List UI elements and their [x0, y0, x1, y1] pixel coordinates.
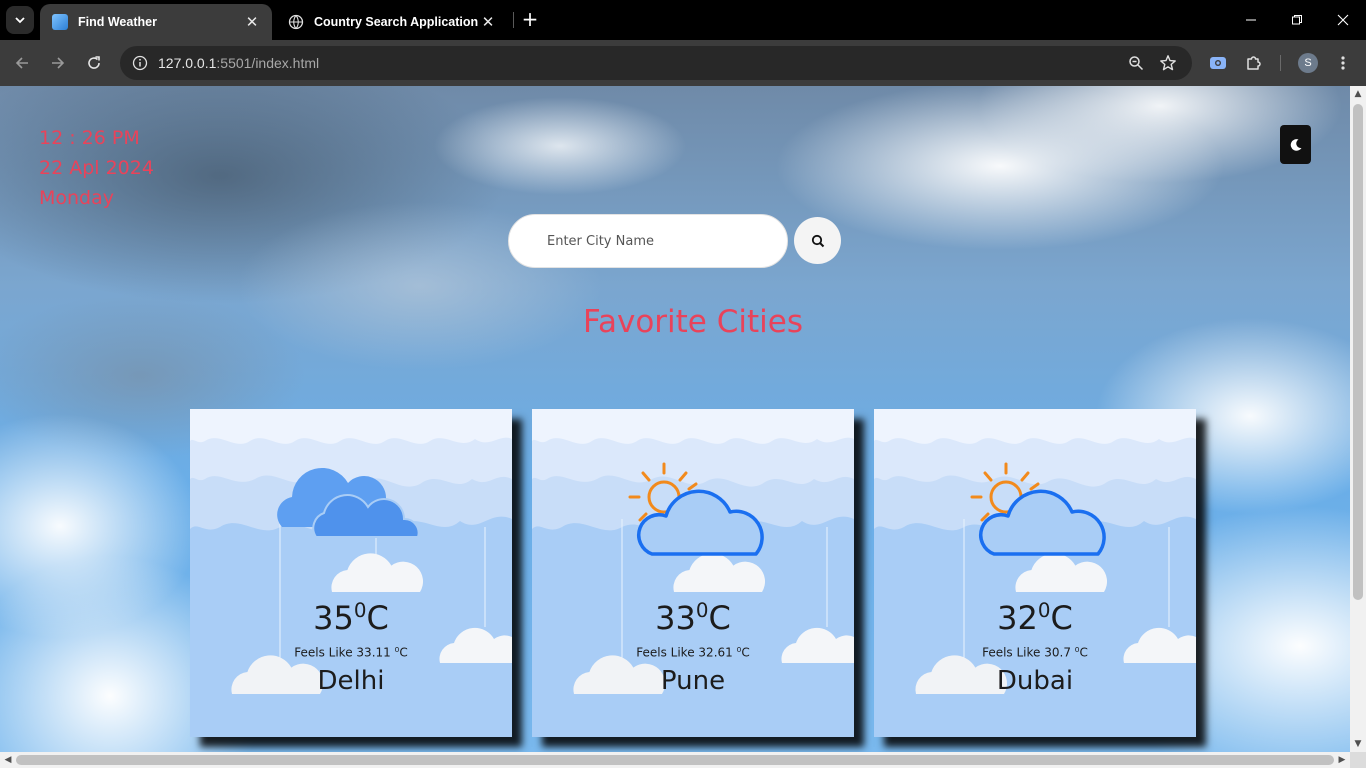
screen-capture-icon: [1210, 57, 1226, 69]
zoom-icon: [1129, 56, 1144, 71]
zoom-button[interactable]: [1124, 51, 1148, 75]
city-name: Dubai: [996, 666, 1074, 696]
arrow-right-icon: [52, 57, 65, 69]
url-text[interactable]: 127.0.0.1:5501/index.html: [158, 55, 319, 71]
restore-icon: [1292, 15, 1302, 25]
feels-like-text: Feels Like 32.61 0C: [636, 645, 750, 660]
star-icon: [1160, 55, 1176, 71]
tab-title: Find Weather: [78, 15, 157, 29]
forward-button[interactable]: [44, 49, 72, 77]
extensions-button[interactable]: [1240, 49, 1268, 77]
chevron-down-icon: [15, 17, 25, 24]
kebab-menu-icon: [1341, 56, 1345, 70]
tab-search-button[interactable]: [6, 6, 34, 34]
search-icon: [811, 234, 824, 247]
scrollbar-thumb[interactable]: [1353, 104, 1363, 600]
minimize-button[interactable]: [1228, 0, 1274, 40]
tab-title: Country Search Application: [314, 15, 479, 29]
city-card-delhi[interactable]: 350C Feels Like 33.11 0C Delhi: [190, 409, 512, 737]
scrollbar-corner: [1350, 752, 1366, 768]
favorite-cities-heading: Favorite Cities: [583, 304, 803, 340]
back-button[interactable]: [8, 49, 36, 77]
dark-mode-toggle[interactable]: [1280, 125, 1311, 164]
url-path: :5501/index.html: [216, 55, 320, 71]
city-name: Delhi: [317, 666, 385, 696]
page-viewport: 12 : 26 PM 22 Apl 2024 Monday Favorite C…: [0, 86, 1350, 752]
current-day: Monday: [39, 187, 115, 209]
tab-country-search[interactable]: Country Search Application ✕: [276, 4, 508, 40]
feels-like-text: Feels Like 30.7 0C: [982, 645, 1088, 660]
tab-divider: [513, 12, 514, 28]
new-tab-button[interactable]: +: [518, 8, 542, 32]
scroll-left-arrow[interactable]: ◀: [0, 752, 16, 768]
city-temperature: 320C: [997, 599, 1073, 637]
scroll-down-arrow[interactable]: ▼: [1350, 736, 1366, 752]
globe-icon: [288, 14, 304, 30]
moon-icon: [1290, 138, 1301, 151]
close-window-button[interactable]: [1320, 0, 1366, 40]
menu-button[interactable]: [1329, 49, 1357, 77]
city-temperature: 350C: [313, 599, 389, 637]
scroll-right-arrow[interactable]: ▶: [1334, 752, 1350, 768]
date-time-panel: 12 : 26 PM 22 Apl 2024 Monday: [39, 123, 154, 213]
close-tab-icon[interactable]: ✕: [480, 13, 496, 31]
current-date: 22 Apl 2024: [39, 157, 154, 179]
search-button[interactable]: [794, 217, 841, 264]
city-temperature: 330C: [655, 599, 731, 637]
tab-find-weather[interactable]: Find Weather ✕: [40, 4, 272, 40]
city-card-dubai[interactable]: 320C Feels Like 30.7 0C Dubai: [874, 409, 1196, 737]
minimize-icon: [1246, 19, 1256, 21]
puzzle-icon: [1247, 56, 1261, 70]
screen-capture-button[interactable]: [1204, 49, 1232, 77]
arrow-left-icon: [15, 57, 28, 69]
tab-strip: Find Weather ✕ Country Search Applicatio…: [0, 0, 1366, 40]
browser-toolbar: 127.0.0.1:5501/index.html S: [0, 40, 1366, 86]
feels-like-text: Feels Like 33.11 0C: [294, 645, 408, 660]
city-name: Pune: [660, 666, 726, 696]
restore-button[interactable]: [1274, 0, 1320, 40]
info-icon: [132, 55, 148, 71]
city-search-input[interactable]: [508, 214, 788, 268]
close-tab-icon[interactable]: ✕: [244, 13, 260, 31]
reload-icon: [88, 56, 100, 69]
close-icon: [1337, 14, 1349, 26]
city-card-pune[interactable]: 330C Feels Like 32.61 0C Pune: [532, 409, 854, 737]
reload-button[interactable]: [80, 49, 108, 77]
toolbar-divider: [1280, 55, 1281, 71]
url-host: 127.0.0.1: [158, 55, 217, 71]
scroll-up-arrow[interactable]: ▲: [1350, 86, 1366, 102]
profile-avatar[interactable]: S: [1298, 53, 1318, 73]
site-info-button[interactable]: [128, 51, 152, 75]
vertical-scrollbar[interactable]: ▲ ▼: [1350, 86, 1366, 752]
weather-favicon: [52, 14, 68, 30]
address-bar[interactable]: 127.0.0.1:5501/index.html: [120, 46, 1192, 80]
bookmark-button[interactable]: [1156, 51, 1180, 75]
current-time: 12 : 26 PM: [39, 127, 140, 149]
horizontal-scrollbar[interactable]: ◀ ▶: [0, 752, 1350, 768]
scrollbar-thumb[interactable]: [16, 755, 1334, 765]
